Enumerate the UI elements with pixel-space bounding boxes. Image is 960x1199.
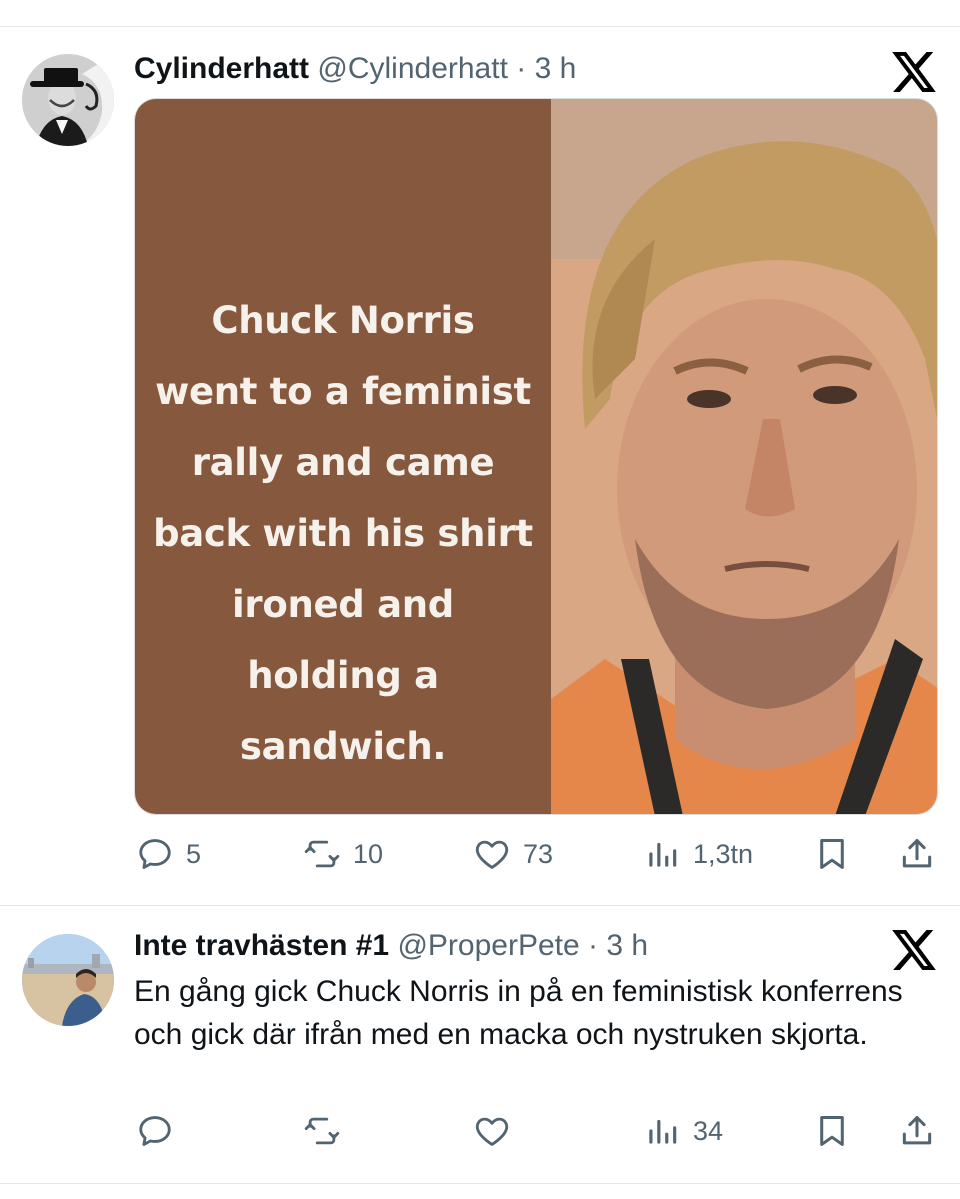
- like-button[interactable]: 73: [473, 835, 553, 873]
- repost-arrows-icon: [303, 835, 341, 873]
- reply-count: 5: [186, 838, 202, 869]
- avatar[interactable]: [22, 54, 114, 146]
- speech-bubble-icon: [136, 1112, 174, 1150]
- repost-arrows-icon: [303, 1112, 341, 1150]
- top-divider: [0, 26, 960, 27]
- display-name[interactable]: Inte travhästen #1: [134, 929, 389, 962]
- avatar[interactable]: [22, 934, 114, 1026]
- like-button[interactable]: [473, 1112, 511, 1150]
- x-logo-icon: [892, 52, 936, 92]
- meme-caption: Chuck Norris went to a feminist rally an…: [153, 299, 533, 768]
- bookmark-icon: [813, 835, 851, 873]
- separator-dot: ·: [588, 929, 599, 962]
- views-button[interactable]: 1,3tn: [643, 835, 753, 873]
- heart-icon: [473, 1112, 511, 1150]
- timestamp[interactable]: 3 h: [606, 929, 648, 962]
- bar-chart-icon: [643, 835, 681, 873]
- tweet-header: Cylinderhatt @Cylinderhatt · 3 h: [134, 51, 576, 87]
- bookmark-button[interactable]: [813, 835, 851, 873]
- bookmark-button[interactable]: [813, 1112, 851, 1150]
- share-button[interactable]: [898, 835, 936, 873]
- speech-bubble-icon: [136, 835, 174, 873]
- x-logo-icon: [892, 930, 936, 970]
- share-button[interactable]: [898, 1112, 936, 1150]
- heart-icon: [473, 835, 511, 873]
- reply-button[interactable]: [136, 1112, 174, 1150]
- views-button[interactable]: 34: [643, 1112, 723, 1150]
- tweet-text: En gång gick Chuck Norris in på en femin…: [134, 975, 903, 1051]
- handle[interactable]: @Cylinderhatt: [317, 52, 508, 85]
- repost-button[interactable]: 10: [303, 835, 383, 873]
- view-count: 34: [693, 1115, 724, 1146]
- handle[interactable]: @ProperPete: [397, 929, 579, 962]
- repost-count: 10: [353, 838, 384, 869]
- like-count: 73: [523, 838, 554, 869]
- separator-dot: ·: [516, 52, 527, 85]
- bottom-divider: [0, 1183, 960, 1184]
- timestamp[interactable]: 3 h: [535, 52, 577, 85]
- repost-button[interactable]: [303, 1112, 341, 1150]
- share-upload-icon: [898, 1112, 936, 1150]
- tweet-media-image[interactable]: Chuck Norris went to a feminist rally an…: [134, 98, 938, 815]
- display-name[interactable]: Cylinderhatt: [134, 52, 309, 85]
- bar-chart-icon: [643, 1112, 681, 1150]
- tweet-header: Inte travhästen #1 @ProperPete · 3 h: [134, 928, 648, 964]
- reply-button[interactable]: 5: [136, 835, 201, 873]
- view-count: 1,3tn: [693, 838, 754, 869]
- share-upload-icon: [898, 835, 936, 873]
- bookmark-icon: [813, 1112, 851, 1150]
- tweet-divider: [0, 905, 960, 906]
